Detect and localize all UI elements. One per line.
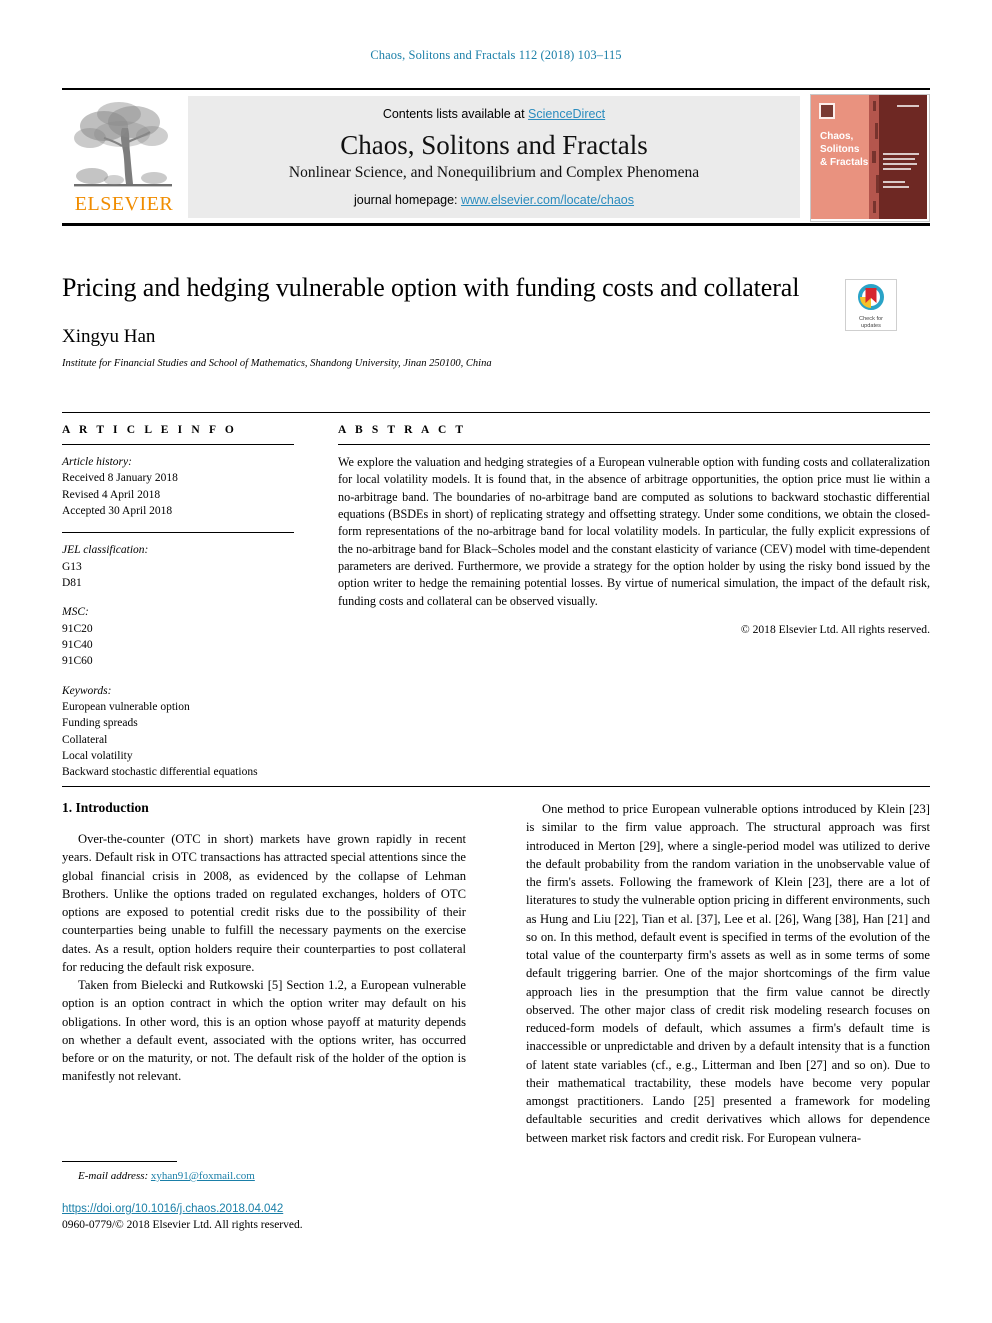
jel-separator-rule [62, 532, 294, 534]
article-history-accepted: Accepted 30 April 2018 [62, 504, 173, 517]
keywords-group: Keywords: European vulnerable option Fun… [62, 683, 294, 781]
keyword-2: Collateral [62, 733, 108, 746]
jel-classification-group: JEL classification: G13 D81 [62, 542, 294, 591]
elsevier-wordmark: ELSEVIER [74, 193, 174, 215]
svg-text:Chaos,: Chaos, [820, 131, 854, 142]
body-column-right: One method to price European vulnerable … [526, 800, 930, 1147]
doi-link[interactable]: https://doi.org/10.1016/j.chaos.2018.04.… [62, 1203, 283, 1215]
jel-label: JEL classification: [62, 544, 149, 557]
journal-title: Chaos, Solitons and Fractals [340, 130, 648, 160]
body-column-left: 1. Introduction Over-the-counter (OTC in… [62, 800, 466, 1086]
journal-masthead: ELSEVIER Contents lists available at Sci… [62, 88, 930, 226]
abstract-column: A B S T R A C T We explore the valuation… [338, 424, 930, 636]
footnote-rule [62, 1161, 177, 1162]
email-label: E-mail address: [78, 1170, 149, 1182]
abstract-text: We explore the valuation and hedging str… [338, 455, 930, 608]
svg-text:Solitons: Solitons [820, 144, 860, 155]
keyword-3: Local volatility [62, 749, 133, 762]
abstract-rule [338, 444, 930, 445]
journal-cover-thumbnail: Chaos, Solitons & Fractals [810, 94, 930, 222]
issn-copyright-line: 0960-0779/© 2018 Elsevier Ltd. All right… [62, 1219, 303, 1231]
article-info-rule [62, 444, 294, 445]
article-info-column: A R T I C L E I N F O Article history: R… [62, 424, 294, 794]
author-affiliation: Institute for Financial Studies and Scho… [62, 357, 492, 369]
journal-cover-image: Chaos, Solitons & Fractals [811, 95, 927, 219]
article-history-received: Received 8 January 2018 [62, 472, 178, 485]
section-title-introduction: 1. Introduction [62, 800, 149, 815]
abstract-heading: A B S T R A C T [338, 424, 467, 436]
paper-page: Chaos, Solitons and Fractals 112 (2018) … [0, 0, 992, 1323]
crossmark-label: Check for updates [846, 316, 896, 330]
masthead-bottom-rule [62, 223, 930, 226]
msc-code-1: 91C40 [62, 638, 93, 651]
journal-homepage-line: journal homepage: www.elsevier.com/locat… [188, 193, 800, 207]
crossmark-badge[interactable]: Check for updates [845, 279, 897, 331]
info-section-top-rule [62, 412, 930, 413]
intro-paragraph-1: Over-the-counter (OTC in short) markets … [62, 832, 466, 974]
keyword-4: Backward stochastic differential equatio… [62, 766, 258, 779]
sciencedirect-link[interactable]: ScienceDirect [528, 107, 605, 121]
msc-label: MSC: [62, 606, 89, 619]
crossmark-label-line1: Check for [859, 316, 883, 322]
page-footer: https://doi.org/10.1016/j.chaos.2018.04.… [62, 1199, 303, 1231]
jel-code-0: G13 [62, 560, 82, 573]
running-head: Chaos, Solitons and Fractals 112 (2018) … [370, 48, 622, 62]
article-history-revised: Revised 4 April 2018 [62, 488, 161, 501]
article-history-group: Article history: Received 8 January 2018… [62, 454, 294, 519]
footnote-email: E-mail address: xyhan91@foxmail.com [78, 1170, 255, 1182]
journal-subtitle: Nonlinear Science, and Nonequilibrium an… [288, 164, 700, 181]
article-history-label: Article history: [62, 456, 132, 468]
keyword-0: European vulnerable option [62, 700, 190, 713]
article-info-heading: A R T I C L E I N F O [62, 424, 237, 436]
contents-prefix: Contents lists available at [382, 107, 529, 121]
keywords-label: Keywords: [62, 684, 112, 697]
doi-line: https://doi.org/10.1016/j.chaos.2018.04.… [62, 1199, 303, 1217]
contents-available-line: Contents lists available at ScienceDirec… [188, 107, 800, 121]
email-link[interactable]: xyhan91@foxmail.com [151, 1170, 255, 1182]
elsevier-logo: ELSEVIER [64, 96, 182, 218]
abstract-copyright: © 2018 Elsevier Ltd. All rights reserved… [740, 622, 930, 636]
msc-code-2: 91C60 [62, 655, 93, 668]
title-block: Pricing and hedging vulnerable option wi… [62, 272, 822, 369]
page-title: Pricing and hedging vulnerable option wi… [62, 273, 800, 302]
msc-group: MSC: 91C20 91C40 91C60 [62, 604, 294, 669]
journal-homepage-link[interactable]: www.elsevier.com/locate/chaos [461, 193, 634, 207]
crossmark-label-line2: updates [861, 322, 881, 329]
msc-code-0: 91C20 [62, 622, 93, 635]
keyword-1: Funding spreads [62, 717, 138, 730]
journal-info-band: Contents lists available at ScienceDirec… [188, 96, 800, 218]
elsevier-tree-icon [74, 102, 172, 187]
info-section-bottom-rule [62, 786, 930, 787]
intro-paragraph-3: One method to price European vulnerable … [526, 802, 930, 1145]
homepage-prefix: journal homepage: [353, 193, 462, 207]
masthead-top-rule [62, 88, 930, 90]
check-for-updates-icon [858, 284, 884, 310]
jel-code-1: D81 [62, 576, 82, 589]
author-name: Xingyu Han [62, 325, 156, 347]
intro-paragraph-2: Taken from Bielecki and Rutkowski [5] Se… [62, 978, 466, 1084]
svg-text:& Fractals: & Fractals [820, 157, 869, 168]
